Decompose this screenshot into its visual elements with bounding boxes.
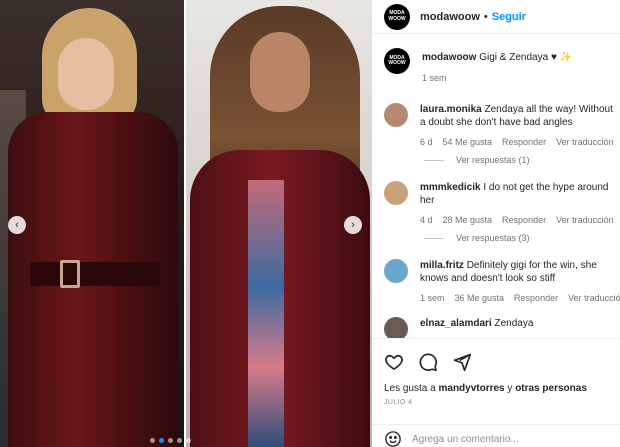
caption-time: 1 sem [422,73,447,83]
chevron-left-icon: ‹ [15,219,19,231]
view-replies-button[interactable]: Ver respuestas (1) [372,155,620,165]
comment-input[interactable] [412,433,592,445]
list-item: elnaz_alamdari Zendaya [372,317,620,338]
carousel-indicator [150,438,191,443]
divider [424,159,444,161]
reply-button[interactable]: Responder [514,293,558,303]
post-panel: MODA WOOW modawoow • Seguir MODA WOOW moda… [372,0,620,447]
reply-button[interactable]: Responder [502,215,546,225]
list-item: mmmkedicik I do not get the hype around … [372,181,620,225]
comment-likes[interactable]: 36 Me gusta [455,293,505,303]
comment-likes[interactable]: 28 Me gusta [443,215,493,225]
reply-button[interactable]: Responder [502,137,546,147]
divider [424,237,444,239]
comments-list[interactable]: MODA WOOW modawoow Gigi & Zendaya ♥ ✨ 1 s… [372,34,620,338]
sparkles-icon: ✨ [559,52,573,63]
floral-shirt-shape [248,180,284,447]
list-item: milla.fritz Definitely gigi for the win,… [372,259,620,303]
post-date: JULIO 4 [384,399,413,406]
comment-text: Zendaya [494,318,534,329]
add-comment-bar [372,424,620,447]
carousel-next-button[interactable]: › [344,216,362,234]
caption-text: Gigi & Zendaya ♥ [479,52,557,63]
likes-prefix: Les gusta a [384,383,439,394]
comment-icon[interactable] [418,352,438,372]
view-replies-button[interactable]: Ver respuestas (3) [372,233,620,243]
post-caption: MODA WOOW modawoow Gigi & Zendaya ♥ ✨ 1 s… [372,48,620,83]
avatar[interactable] [384,103,408,127]
post-actions: Les gusta a mandyvtorres y otras persona… [372,338,620,406]
comment-time: 6 d [420,137,433,147]
comment-username[interactable]: mmmkedicik [420,182,481,193]
post-media[interactable]: ‹ › [0,0,372,447]
comment-username[interactable]: elnaz_alamdari [420,318,492,329]
likes-summary: Les gusta a mandyvtorres y otras persona… [384,383,608,394]
avatar[interactable] [384,181,408,205]
likes-conjunction: y [504,383,516,394]
avatar[interactable]: MODA WOOW [384,48,410,74]
post-header: MODA WOOW modawoow • Seguir [372,0,620,34]
face-shape [250,32,310,112]
avatar[interactable] [384,259,408,283]
header-username[interactable]: modawoow [420,11,480,23]
comment-likes[interactable]: 54 Me gusta [443,137,493,147]
list-item: laura.monika Zendaya all the way! Withou… [372,103,620,147]
avatar[interactable] [384,317,408,338]
comment-username[interactable]: milla.fritz [420,260,464,271]
comment-time: 1 sem [420,293,445,303]
translate-button[interactable]: Ver traducción [556,137,614,147]
follow-button[interactable]: Seguir [492,11,526,23]
carousel-dot [168,438,173,443]
carousel-dot [159,438,164,443]
heart-icon[interactable] [384,352,404,372]
carousel-dot [150,438,155,443]
separator-dot: • [483,10,488,23]
chevron-right-icon: › [351,219,355,231]
caption-username[interactable]: modawoow [422,52,476,63]
emoji-icon[interactable] [384,430,402,447]
carousel-dot [177,438,182,443]
comment-time: 4 d [420,215,433,225]
photo-zendaya [0,0,372,447]
view-replies-label: Ver respuestas (1) [456,155,530,165]
likes-others-link[interactable]: otras personas [515,383,587,394]
comment-username[interactable]: laura.monika [420,104,482,115]
view-replies-label: Ver respuestas (3) [456,233,530,243]
carousel-prev-button[interactable]: ‹ [8,216,26,234]
avatar[interactable]: MODA WOOW [384,3,410,30]
likes-user-link[interactable]: mandyvtorres [438,383,504,394]
translate-button[interactable]: Ver traducción [568,293,620,303]
carousel-dot [186,438,191,443]
share-icon[interactable] [452,352,472,372]
translate-button[interactable]: Ver traducción [556,215,614,225]
